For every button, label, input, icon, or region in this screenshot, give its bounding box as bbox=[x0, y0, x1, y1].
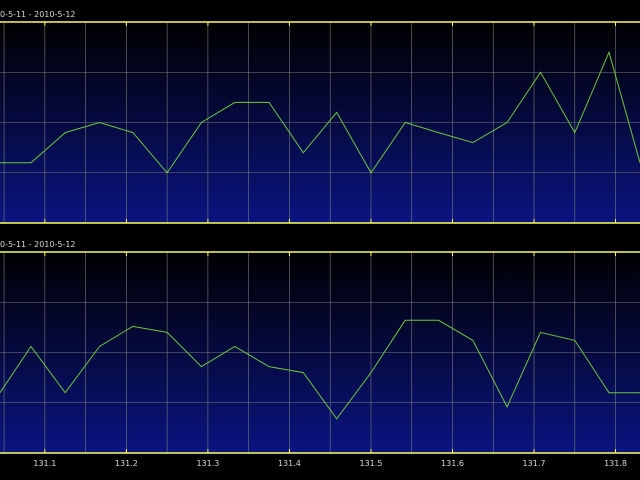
panel-1-title: 0-5-11 - 2010-5-12 bbox=[0, 10, 76, 19]
panel-2-data-point bbox=[98, 345, 100, 347]
x-tick-label: 131.1 bbox=[33, 459, 56, 468]
panel-1: 0-5-11 - 2010-5-12 bbox=[0, 10, 640, 224]
panel-2-data-point bbox=[472, 339, 474, 341]
panel-1-data-point bbox=[234, 101, 236, 103]
panel-2-data-point bbox=[302, 372, 304, 374]
x-tick-label: 131.5 bbox=[360, 459, 383, 468]
panel-2-data-point bbox=[132, 325, 134, 327]
panel-2-data-point bbox=[438, 319, 440, 321]
panel-1-data-point bbox=[98, 122, 100, 124]
x-tick-label: 131.6 bbox=[441, 459, 464, 468]
panel-1-data-point bbox=[336, 111, 338, 113]
panel-1-data-point bbox=[574, 132, 576, 134]
chart-canvas: 0-5-11 - 2010-5-12 0-5-11 - 2010-5-12 13… bbox=[0, 0, 640, 480]
panel-2-title: 0-5-11 - 2010-5-12 bbox=[0, 240, 76, 249]
panel-2-data-point bbox=[540, 331, 542, 333]
panel-1-data-point bbox=[132, 132, 134, 134]
panel-2-data-point bbox=[336, 418, 338, 420]
x-tick-label: 131.2 bbox=[115, 459, 138, 468]
panel-2-data-point bbox=[200, 366, 202, 368]
panel-2-data-point bbox=[370, 372, 372, 374]
panel-1-data-point bbox=[506, 122, 508, 124]
panel-1-data-point bbox=[438, 132, 440, 134]
panel-2-data-point bbox=[234, 345, 236, 347]
panel-1-data-point bbox=[608, 51, 610, 53]
panel-2: 0-5-11 - 2010-5-12 bbox=[0, 240, 640, 454]
panel-2-data-point bbox=[404, 319, 406, 321]
panel-2-data-point bbox=[30, 345, 32, 347]
panel-2-data-point bbox=[268, 366, 270, 368]
x-tick-label: 131.7 bbox=[523, 459, 546, 468]
panel-1-data-point bbox=[404, 122, 406, 124]
x-tick-label: 131.4 bbox=[278, 459, 301, 468]
panel-1-data-point bbox=[302, 152, 304, 154]
panel-2-data-point bbox=[64, 392, 66, 394]
panel-1-data-point bbox=[540, 71, 542, 73]
x-tick-label: 131.3 bbox=[196, 459, 219, 468]
panel-1-data-point bbox=[30, 162, 32, 164]
panel-2-data-point bbox=[574, 339, 576, 341]
panel-1-data-point bbox=[268, 101, 270, 103]
panel-1-data-point bbox=[472, 142, 474, 144]
panel-1-data-point bbox=[200, 122, 202, 124]
panel-2-data-point bbox=[608, 392, 610, 394]
panel-1-data-point bbox=[166, 172, 168, 174]
panel-2-data-point bbox=[506, 406, 508, 408]
panel-2-data-point bbox=[166, 331, 168, 333]
panel-1-data-point bbox=[370, 172, 372, 174]
panel-1-data-point bbox=[64, 132, 66, 134]
x-tick-label: 131.8 bbox=[604, 459, 627, 468]
